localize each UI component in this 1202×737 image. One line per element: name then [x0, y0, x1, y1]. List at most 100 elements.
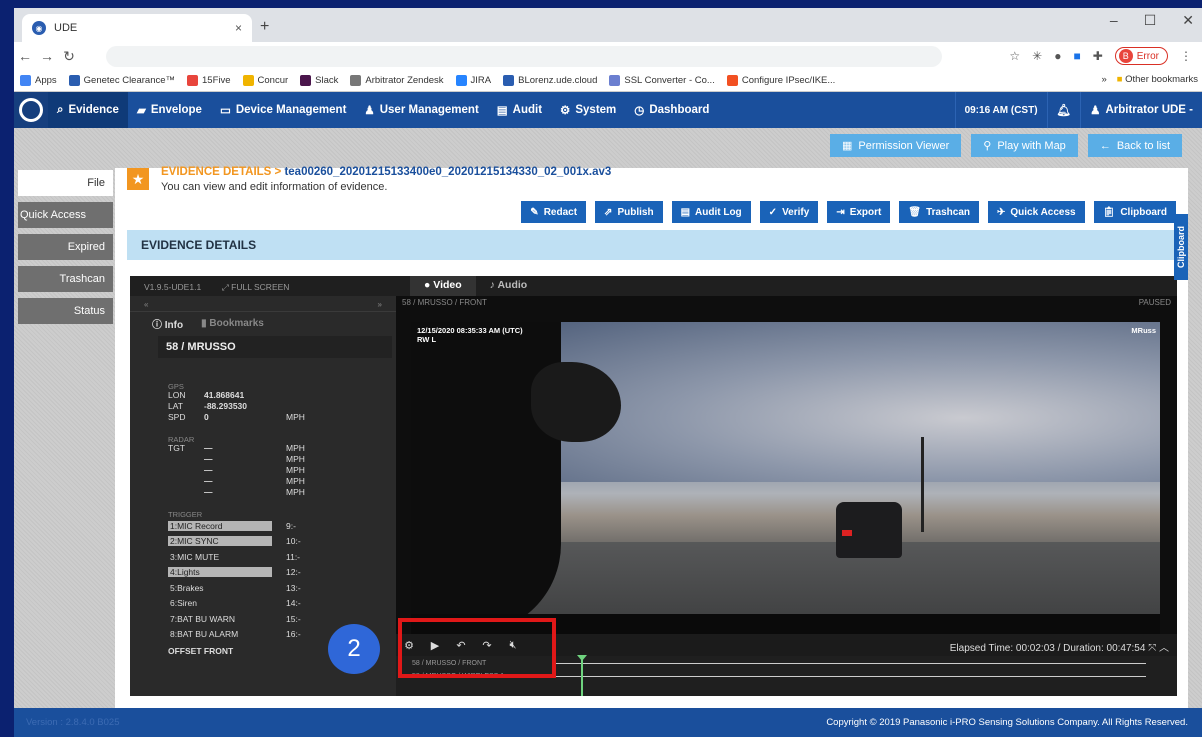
- bookmark-label: Configure IPsec/IKE...: [741, 75, 836, 86]
- trashcan-button[interactable]: 🗑︎ Trashcan: [899, 201, 979, 223]
- audit-icon: ▤: [496, 105, 508, 117]
- play-with-map-button[interactable]: ⚲ Play with Map: [971, 134, 1078, 157]
- bookmark-item[interactable]: Configure IPsec/IKE...: [726, 75, 836, 86]
- back-arrow-icon[interactable]: ←: [14, 48, 36, 64]
- bookmark-item[interactable]: Genetec Clearance™: [68, 75, 175, 86]
- sidebar-item-status[interactable]: Status: [18, 298, 113, 324]
- extensions-puzzle-icon[interactable]: ✚: [1093, 49, 1103, 63]
- trigger-name: 8:BAT BU ALARM: [170, 629, 239, 640]
- close-window-icon[interactable]: ✕: [1182, 12, 1194, 29]
- edit-icon: ✎: [530, 206, 539, 218]
- tgt-key: TGT: [168, 443, 185, 453]
- mph-unit: MPH: [286, 454, 305, 464]
- other-bookmarks[interactable]: ■ Other bookmarks: [1117, 74, 1198, 85]
- button-label: Trashcan: [926, 206, 970, 218]
- arrow-left-icon: ←: [1099, 139, 1111, 152]
- nav-right: 09:16 AM (CST) 🔔︎ ♟ Arbitrator UDE -: [954, 92, 1202, 128]
- mph-unit: MPH: [286, 476, 305, 486]
- sidebar-item-trashcan[interactable]: Trashcan: [18, 266, 113, 292]
- extension-circle-icon[interactable]: ●: [1054, 49, 1061, 63]
- bell-icon[interactable]: 🔔︎: [1046, 92, 1081, 128]
- redact-button[interactable]: ✎ Redact: [521, 201, 587, 223]
- publish-button[interactable]: ⇗ Publish: [595, 201, 663, 223]
- nav-evidence[interactable]: ⌕ Evidence: [48, 92, 128, 128]
- bookmark-item[interactable]: JIRA: [455, 75, 491, 86]
- trigger-slot: 13:-: [286, 582, 301, 593]
- bookmark-icon: [68, 75, 80, 86]
- trash-icon: 🗑︎: [908, 206, 922, 218]
- player-top-bar: V1.9.5-UDE1.1 ⤢ FULL SCREEN ● Video ♪ Au…: [130, 276, 1177, 296]
- nav-label: User Management: [379, 104, 479, 116]
- bookmark-item[interactable]: 15Five: [187, 75, 231, 86]
- nav-label: System: [575, 104, 617, 116]
- quick-access-button[interactable]: ✈ Quick Access: [988, 201, 1085, 223]
- clipboard-icon: 📋︎: [1102, 206, 1116, 218]
- maximize-icon[interactable]: ☐: [1144, 12, 1157, 29]
- table-icon: ▦: [841, 140, 853, 152]
- bookmark-item[interactable]: SSL Converter - Co...: [609, 75, 715, 86]
- tab-audio[interactable]: ♪ Audio: [476, 276, 542, 296]
- info-icon: ⓘ: [152, 319, 165, 331]
- bookmark-item[interactable]: Concur: [242, 75, 288, 86]
- monitor-icon: ▭: [219, 105, 231, 117]
- collapse-right-icon[interactable]: »: [378, 300, 382, 309]
- profile-error-pill[interactable]: B Error: [1114, 47, 1168, 65]
- back-to-list-button[interactable]: ← Back to list: [1087, 134, 1182, 157]
- video-source: 58 / MRUSSO / FRONT: [402, 298, 487, 307]
- nav-dashboard[interactable]: ◷ Dashboard: [625, 92, 718, 128]
- tab-bookmarks[interactable]: ▮ Bookmarks: [201, 318, 264, 329]
- nav-envelope[interactable]: ▰ Envelope: [128, 92, 211, 128]
- nav-device-management[interactable]: ▭ Device Management: [211, 92, 355, 128]
- nav-audit[interactable]: ▤ Audit: [488, 92, 551, 128]
- bookmark-item[interactable]: Slack: [300, 75, 338, 86]
- fullscreen-button[interactable]: ⤢ FULL SCREEN: [222, 282, 289, 293]
- audit-log-button[interactable]: ▤ Audit Log: [671, 201, 751, 223]
- forward-arrow-icon[interactable]: →: [36, 48, 58, 64]
- video-frame[interactable]: 12/15/2020 08:35:33 AM (UTC) RW L MRuss: [411, 322, 1160, 634]
- sidebar: File Quick Access Expired Trashcan Statu…: [18, 170, 113, 330]
- tab-info[interactable]: ⓘ Info: [152, 316, 183, 331]
- tab-video[interactable]: ● Video: [410, 276, 476, 296]
- fullscreen-icon[interactable]: ⤧: [1148, 643, 1156, 654]
- callout-number-badge: 2: [328, 624, 380, 674]
- clipboard-side-tab[interactable]: Clipboard: [1174, 214, 1188, 280]
- bookmarks-right: » ■ Other bookmarks: [1101, 74, 1198, 85]
- window-controls: – ☐ ✕: [1110, 12, 1194, 29]
- export-button[interactable]: ⇥ Export: [827, 201, 891, 223]
- sidebar-item-file[interactable]: File: [18, 170, 113, 196]
- reload-icon[interactable]: ↻: [58, 48, 80, 65]
- trigger-slot: 12:-: [286, 567, 301, 578]
- browser-tab[interactable]: ◉ UDE ×: [22, 14, 252, 42]
- unit-header[interactable]: 58 / MRUSSO: [158, 336, 392, 358]
- bookmark-item[interactable]: Apps: [20, 75, 57, 86]
- extension-square-icon[interactable]: ■: [1073, 49, 1080, 63]
- new-tab-icon[interactable]: +: [260, 18, 269, 36]
- bookmark-item[interactable]: BLorenz.ude.cloud: [503, 75, 597, 86]
- sidebar-item-quick-access[interactable]: Quick Access: [18, 202, 113, 228]
- playhead-marker[interactable]: [577, 655, 588, 696]
- user-menu[interactable]: ♟ Arbitrator UDE -: [1080, 92, 1202, 128]
- clipboard-button[interactable]: 📋︎ Clipboard: [1093, 201, 1176, 223]
- tab-close-icon[interactable]: ×: [235, 21, 242, 35]
- tab-label: Info: [164, 319, 184, 331]
- bookmark-item[interactable]: Arbitrator Zendesk: [350, 75, 444, 86]
- minimize-icon[interactable]: –: [1110, 12, 1118, 29]
- ude-logo-icon[interactable]: [14, 92, 48, 128]
- address-bar[interactable]: [106, 46, 942, 67]
- collapse-left-icon[interactable]: «: [144, 300, 148, 309]
- bookmark-icon: [455, 75, 467, 86]
- gear-icon: ⚙: [560, 105, 571, 117]
- verify-button[interactable]: ✓ Verify: [759, 201, 819, 223]
- chevron-up-icon[interactable]: ︿: [1159, 643, 1169, 654]
- sidebar-item-expired[interactable]: Expired: [18, 234, 113, 260]
- expand-icon: ⤢: [222, 282, 232, 292]
- extension-snowflake-icon[interactable]: ✳: [1032, 49, 1042, 63]
- nav-system[interactable]: ⚙ System: [551, 92, 625, 128]
- nav-label: Device Management: [235, 104, 347, 116]
- export-icon: ⇥: [836, 206, 845, 218]
- menu-dots-icon[interactable]: ⋮: [1180, 49, 1192, 63]
- permission-viewer-button[interactable]: ▦ Permission Viewer: [829, 134, 962, 157]
- nav-user-management[interactable]: ♟ User Management: [355, 92, 487, 128]
- star-bookmark-icon[interactable]: ☆: [1009, 49, 1020, 63]
- more-bookmarks-icon[interactable]: »: [1101, 74, 1106, 85]
